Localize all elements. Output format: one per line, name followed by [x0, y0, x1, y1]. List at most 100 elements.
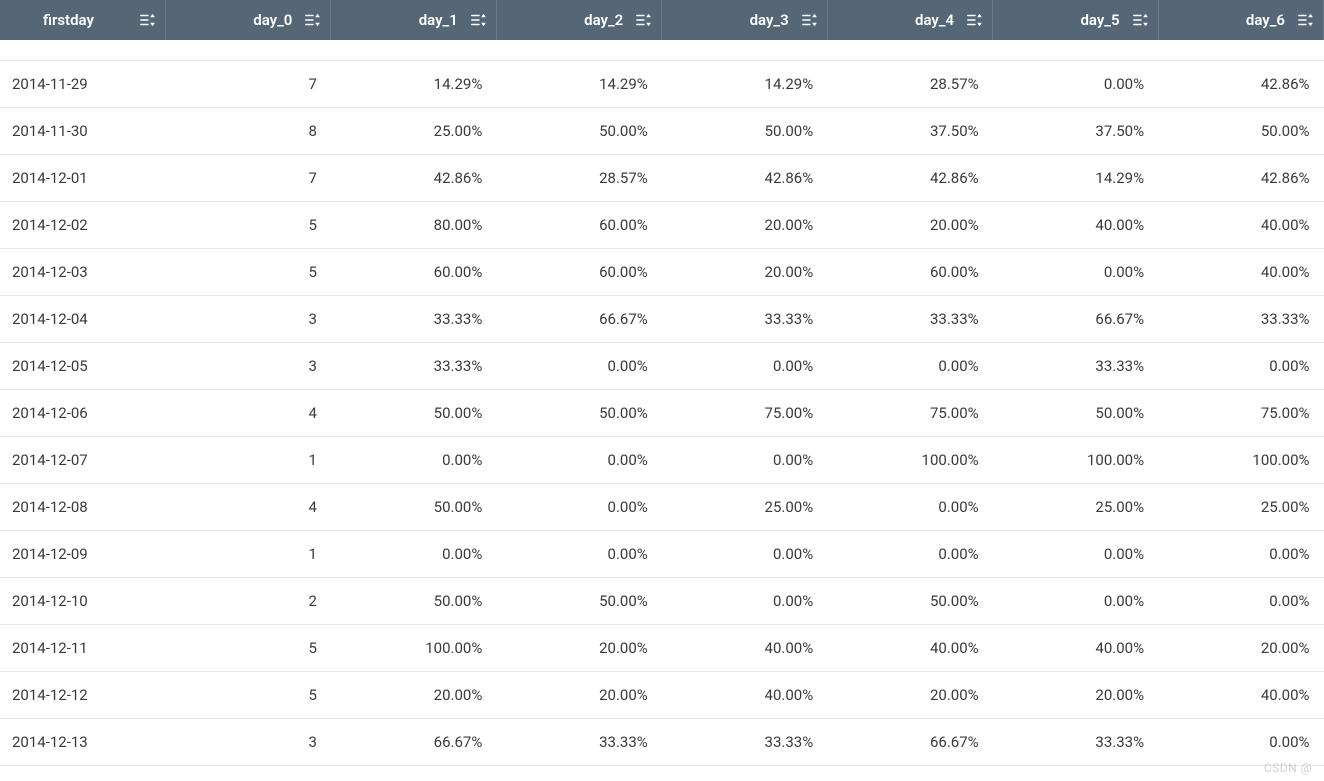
cell-day_2: 20.00%: [496, 671, 661, 718]
sort-icon[interactable]: [1297, 11, 1315, 29]
cell-day_2: 50.00%: [496, 389, 661, 436]
cell-day_1: 33.33%: [331, 342, 496, 389]
cell-day_5: 33.33%: [993, 342, 1158, 389]
cell-day_1: 100.00%: [331, 624, 496, 671]
cell-day_4: 28.57%: [827, 60, 992, 107]
cell-firstday: 2014-12-09: [0, 530, 165, 577]
cell-day_2: 0.00%: [496, 342, 661, 389]
sort-icon[interactable]: [139, 11, 157, 29]
cell-day_6: 0.00%: [1158, 342, 1323, 389]
cell-day_6: 0.00%: [1158, 577, 1323, 624]
cell-firstday: 2014-12-02: [0, 201, 165, 248]
cell-day_2: 50.00%: [496, 107, 661, 154]
cell-day_0: 4: [165, 389, 330, 436]
sort-icon[interactable]: [966, 11, 984, 29]
cell-day_0: 8: [165, 107, 330, 154]
cell-day_4: 75.00%: [827, 389, 992, 436]
table-row: 2014-12-02580.00%60.00%20.00%20.00%40.00…: [0, 201, 1324, 248]
cell-firstday: 2014-12-06: [0, 389, 165, 436]
cell-day_4: 0.00%: [827, 483, 992, 530]
cell-day_0: 5: [165, 624, 330, 671]
cell-day_4: 0.00%: [827, 342, 992, 389]
cell-day_2: 50.00%: [496, 577, 661, 624]
cell-day_3: 75.00%: [662, 389, 827, 436]
cell-day_2: 60.00%: [496, 248, 661, 295]
cell-day_3: 33.33%: [662, 718, 827, 765]
cell-firstday: [0, 40, 165, 60]
column-header-day_4[interactable]: day_4: [827, 0, 992, 40]
column-header-label: day_5: [1080, 0, 1119, 40]
cell-day_0: 7: [165, 154, 330, 201]
cell-day_6: 75.00%: [1158, 389, 1323, 436]
column-header-label: day_6: [1246, 0, 1285, 40]
cell-day_0: 5: [165, 248, 330, 295]
cell-day_3: 50.00%: [662, 107, 827, 154]
cell-day_3: 20.00%: [662, 201, 827, 248]
cell-day_4: 37.50%: [827, 107, 992, 154]
cell-day_3: 14.29%: [662, 60, 827, 107]
column-header-day_1[interactable]: day_1: [331, 0, 496, 40]
column-header-day_0[interactable]: day_0: [165, 0, 330, 40]
cell-day_3: 40.00%: [662, 624, 827, 671]
column-header-label: day_2: [584, 0, 623, 40]
cell-day_1: 33.33%: [331, 295, 496, 342]
column-header-firstday[interactable]: firstday: [0, 0, 165, 40]
cell-day_2: 0.00%: [496, 483, 661, 530]
cell-day_4: 20.00%: [827, 671, 992, 718]
cell-day_5: 100.00%: [993, 436, 1158, 483]
cell-day_0: 5: [165, 671, 330, 718]
cell-firstday: 2014-11-30: [0, 107, 165, 154]
cell-day_0: 1: [165, 530, 330, 577]
column-header-label: day_0: [253, 0, 292, 40]
table-row: 2014-12-13366.67%33.33%33.33%66.67%33.33…: [0, 718, 1324, 765]
cell-day_2: 0.00%: [496, 530, 661, 577]
cell-day_3: 0.00%: [662, 577, 827, 624]
cell-day_3: 0.00%: [662, 530, 827, 577]
cell-day_1: 50.00%: [331, 483, 496, 530]
cell-day_5: 40.00%: [993, 201, 1158, 248]
table-row: 2014-12-05333.33%0.00%0.00%0.00%33.33%0.…: [0, 342, 1324, 389]
cell-day_6: 25.00%: [1158, 483, 1323, 530]
cell-day_4: 33.33%: [827, 295, 992, 342]
cell-day_1: 50.00%: [331, 389, 496, 436]
cell-day_3: 0.00%: [662, 436, 827, 483]
cell-day_4: 60.00%: [827, 248, 992, 295]
table-row: 2014-12-03560.00%60.00%20.00%60.00%0.00%…: [0, 248, 1324, 295]
cell-day_2: 33.33%: [496, 718, 661, 765]
sort-icon[interactable]: [470, 11, 488, 29]
sort-icon[interactable]: [635, 11, 653, 29]
cell-day_2: [496, 40, 661, 60]
cell-day_3: [662, 40, 827, 60]
cell-day_1: 42.86%: [331, 154, 496, 201]
cell-day_2: 66.67%: [496, 295, 661, 342]
cell-day_5: [993, 40, 1158, 60]
sort-icon[interactable]: [801, 11, 819, 29]
cell-day_5: 0.00%: [993, 60, 1158, 107]
sort-icon[interactable]: [304, 11, 322, 29]
sort-icon[interactable]: [1132, 11, 1150, 29]
cell-day_0: 3: [165, 295, 330, 342]
cell-day_2: 60.00%: [496, 201, 661, 248]
cell-firstday: 2014-12-03: [0, 248, 165, 295]
column-header-day_5[interactable]: day_5: [993, 0, 1158, 40]
table-row: 2014-12-115100.00%20.00%40.00%40.00%40.0…: [0, 624, 1324, 671]
column-header-day_3[interactable]: day_3: [662, 0, 827, 40]
table-row: 2014-12-0710.00%0.00%0.00%100.00%100.00%…: [0, 436, 1324, 483]
data-table: firstday day_0 day_1 day_2: [0, 0, 1324, 766]
cell-day_4: 42.86%: [827, 154, 992, 201]
table-row: 2014-12-04333.33%66.67%33.33%33.33%66.67…: [0, 295, 1324, 342]
cell-day_4: 50.00%: [827, 577, 992, 624]
cell-day_2: 0.00%: [496, 436, 661, 483]
cell-day_6: 42.86%: [1158, 60, 1323, 107]
cell-day_1: 20.00%: [331, 671, 496, 718]
column-header-day_6[interactable]: day_6: [1158, 0, 1323, 40]
cell-day_4: 40.00%: [827, 624, 992, 671]
cell-day_0: 5: [165, 201, 330, 248]
column-header-day_2[interactable]: day_2: [496, 0, 661, 40]
column-header-label: day_4: [915, 0, 954, 40]
cell-day_1: 25.00%: [331, 107, 496, 154]
cell-day_2: 14.29%: [496, 60, 661, 107]
table-row: 2014-11-29714.29%14.29%14.29%28.57%0.00%…: [0, 60, 1324, 107]
table-row: 2014-12-08450.00%0.00%25.00%0.00%25.00%2…: [0, 483, 1324, 530]
cell-day_3: 20.00%: [662, 248, 827, 295]
